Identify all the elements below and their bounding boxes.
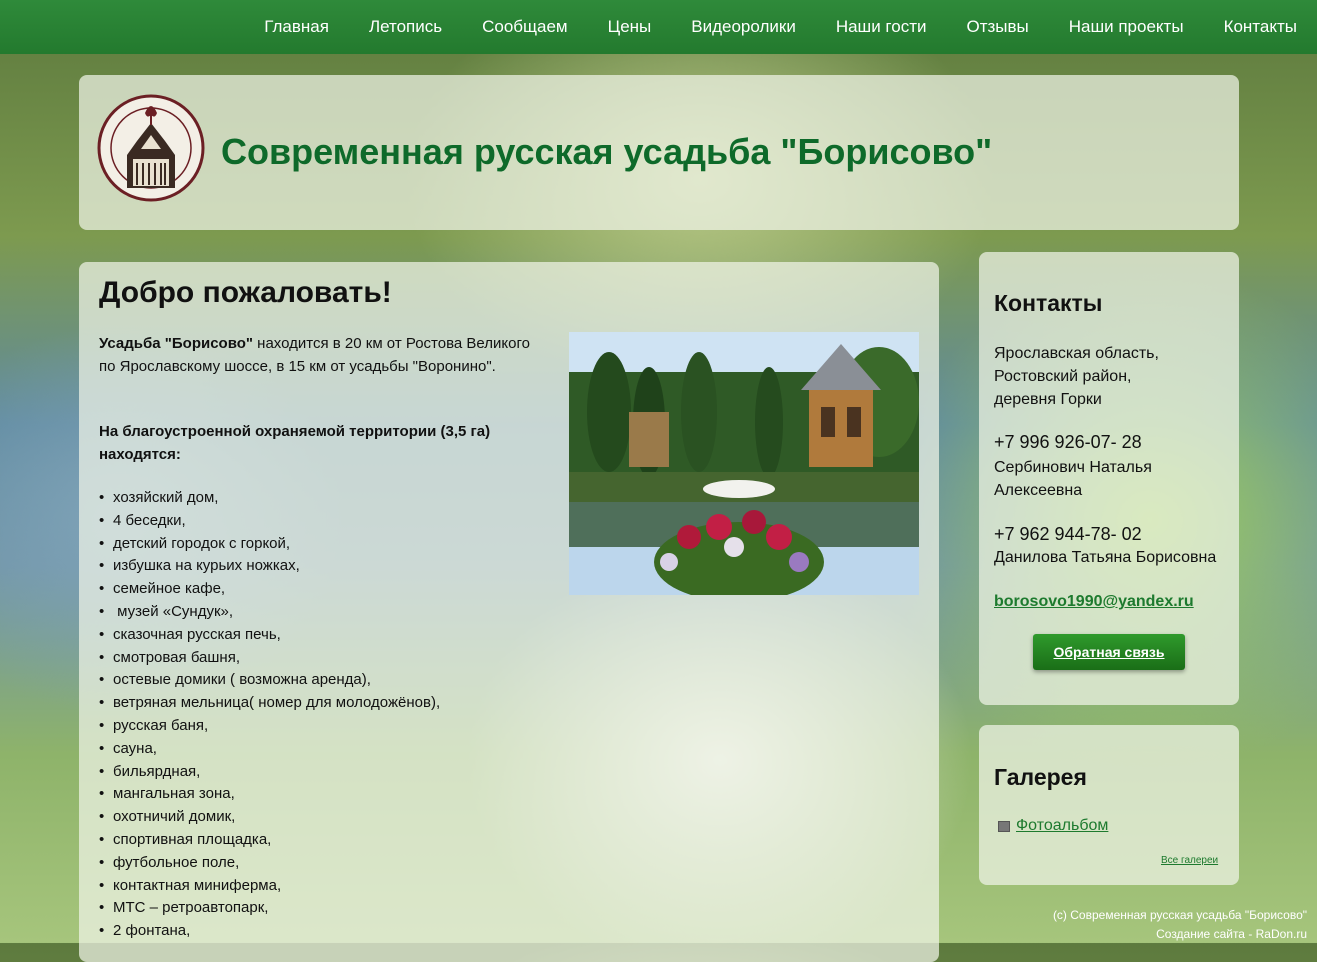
footer: (c) Современная русская усадьба "Борисов… <box>1053 906 1307 944</box>
facilities-list: хозяйский дом, 4 беседки, детский городо… <box>99 487 440 943</box>
list-item: сауна, <box>99 738 440 761</box>
list-item: русская баня, <box>99 715 440 738</box>
address-line: Ярославская область, <box>994 345 1159 362</box>
list-item: спортивная площадка, <box>99 829 440 852</box>
nav-videos[interactable]: Видеоролики <box>691 0 796 54</box>
list-item: остевые домики ( возможна аренда), <box>99 669 440 692</box>
contacts-panel: Контакты Ярославская область, Ростовский… <box>979 252 1239 705</box>
nav-news[interactable]: Сообщаем <box>482 0 568 54</box>
developer-credit[interactable]: Создание сайта - RaDon.ru <box>1053 925 1307 944</box>
nav-guests[interactable]: Наши гости <box>836 0 927 54</box>
list-item: 2 фонтана, <box>99 920 440 943</box>
photo-album-icon <box>998 821 1010 832</box>
nav-reviews[interactable]: Отзывы <box>966 0 1028 54</box>
list-item: хозяйский дом, <box>99 487 440 510</box>
feedback-button[interactable]: Обратная связь <box>1033 634 1185 670</box>
list-item: ветряная мельница( номер для молодожёнов… <box>99 692 440 715</box>
copyright-text: (c) Современная русская усадьба "Борисов… <box>1052 908 1307 922</box>
nav-projects[interactable]: Наши проекты <box>1069 0 1184 54</box>
list-item: смотровая башня, <box>99 647 440 670</box>
nav-contacts[interactable]: Контакты <box>1224 0 1297 54</box>
gallery-panel: Галерея Фотоальбом Все галереи <box>979 725 1239 885</box>
top-navigation: Главная Летопись Сообщаем Цены Видеороли… <box>0 0 1317 54</box>
contact-person-2: Данилова Татьяна Борисовна <box>994 549 1217 566</box>
list-item: музей «Сундук», <box>99 601 440 624</box>
list-item: МТС – ретроавтопарк, <box>99 897 440 920</box>
photo-album-link[interactable]: Фотоальбом <box>1016 817 1108 835</box>
site-title: Современная русская усадьба "Борисово" <box>221 131 993 172</box>
list-item: охотничий домик, <box>99 806 440 829</box>
address-line: деревня Горки <box>994 391 1102 408</box>
phone-number-1: +7 996 926-07- 28 <box>994 432 1142 452</box>
intro-paragraph: Усадьба "Борисово" находится в 20 км от … <box>99 332 539 378</box>
contacts-heading: Контакты <box>994 290 1103 316</box>
list-item: избушка на курьих ножках, <box>99 555 440 578</box>
contact-person-1: Сербинович Наталья Алексеевна <box>994 459 1152 499</box>
estate-logo[interactable] <box>97 93 205 203</box>
list-item: детский городок с горкой, <box>99 533 440 556</box>
list-item: 4 беседки, <box>99 510 440 533</box>
nav-home[interactable]: Главная <box>264 0 329 54</box>
welcome-heading: Добро пожаловать! <box>99 276 392 309</box>
list-item: мангальная зона, <box>99 783 440 806</box>
phone-number-2: +7 962 944-78- 02 <box>994 524 1142 544</box>
list-item: контактная миниферма, <box>99 875 440 898</box>
territory-heading: На благоустроенной охраняемой территории… <box>99 423 491 463</box>
address-line: Ростовский район, <box>994 368 1132 385</box>
gallery-heading: Галерея <box>994 764 1087 790</box>
site-header: Современная русская усадьба "Борисово" <box>79 75 1239 230</box>
list-item: семейное кафе, <box>99 578 440 601</box>
estate-photo <box>569 332 919 595</box>
address: Ярославская область, Ростовский район, д… <box>994 342 1159 411</box>
all-galleries-link[interactable]: Все галереи <box>1161 855 1218 866</box>
list-item: сказочная русская печь, <box>99 624 440 647</box>
main-content: Добро пожаловать! Усадьба "Борисово" нах… <box>79 262 939 962</box>
list-item: бильярдная, <box>99 761 440 784</box>
list-item: футбольное поле, <box>99 852 440 875</box>
email-link[interactable]: borosovo1990@yandex.ru <box>994 593 1194 611</box>
estate-name: Усадьба "Борисово" <box>99 335 254 352</box>
nav-prices[interactable]: Цены <box>608 0 652 54</box>
nav-chronicle[interactable]: Летопись <box>369 0 442 54</box>
